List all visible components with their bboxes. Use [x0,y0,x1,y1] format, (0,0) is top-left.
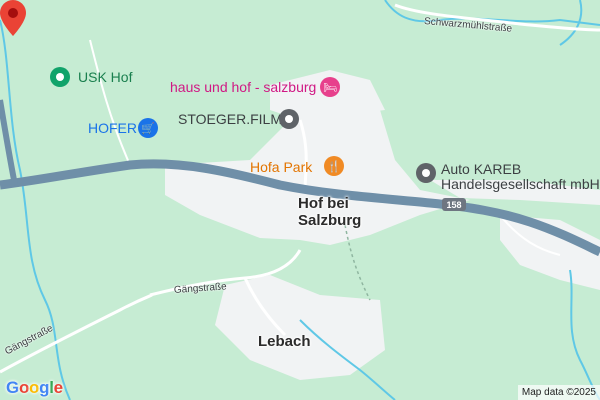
poi-hofa-park[interactable]: Hofa Park [250,160,312,174]
google-logo-text: Google [6,378,63,397]
poi-hofer[interactable]: HOFER [88,121,137,135]
place-hof-bei-salzburg: Hof bei [298,195,349,212]
poi-usk-hof[interactable]: USK Hof [78,70,132,84]
place-lebach: Lebach [258,333,311,350]
poi-auto-kareb[interactable]: Auto KAREB [441,162,521,176]
road-west-branch [89,39,131,166]
map-attribution: Map data ©2025 [517,385,600,400]
poi-auto-kareb-line2[interactable]: Handelsgesellschaft mbH [441,177,600,191]
google-logo-letter: e [53,378,63,397]
google-logo-letter: g [39,378,50,397]
urban-area-lebach [215,275,385,380]
route-shield-158: 158 [442,198,466,211]
stream-east [569,269,600,400]
shopping-cart-icon[interactable]: 🛒 [138,118,158,138]
restaurant-icon[interactable]: 🍴 [324,156,344,176]
place-icon[interactable] [279,109,299,129]
google-logo-letter: o [29,378,40,397]
place-hof-bei-salzburg-line2: Salzburg [298,212,362,229]
poi-stoeger-film[interactable]: STOEGER.FILM [178,112,282,126]
google-logo: Google [6,378,63,398]
poi-haus-und-hof[interactable]: haus und hof - salzburg [170,80,316,94]
main-road-158-west [0,99,18,186]
hotel-bed-icon[interactable]: 🛏 [320,77,340,97]
road-gaengstrasse-sw [0,293,153,374]
google-logo-letter: G [6,378,19,397]
map-canvas[interactable]: USK Hof HOFER 🛒 haus und hof - salzburg … [0,0,600,400]
sports-icon[interactable] [50,67,70,87]
location-pin-icon[interactable] [0,0,26,36]
place-icon[interactable] [416,163,436,183]
google-logo-letter: o [18,378,30,397]
